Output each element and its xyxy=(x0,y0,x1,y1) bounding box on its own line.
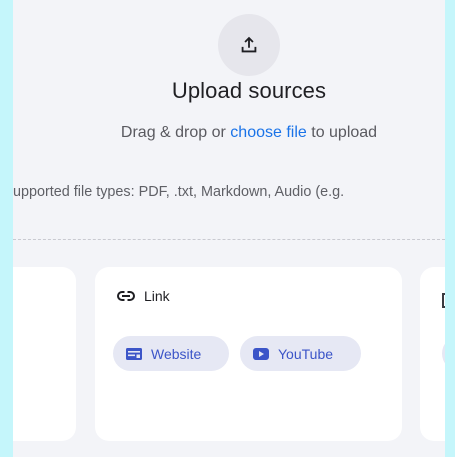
upload-title: Upload sources xyxy=(171,78,327,103)
link-card-label: Link xyxy=(144,288,170,304)
card-right-chip[interactable] xyxy=(442,336,445,371)
source-card-left[interactable] xyxy=(13,267,76,441)
link-card-header: Link xyxy=(116,288,170,304)
dashed-divider xyxy=(13,239,445,240)
subtitle-suffix: to upload xyxy=(306,124,378,141)
card-right-icon xyxy=(442,293,445,308)
youtube-icon xyxy=(253,347,269,360)
upload-sources-panel: Upload sources Drag & drop or choose fil… xyxy=(13,0,445,457)
choose-file-link[interactable]: choose file xyxy=(230,124,307,141)
upload-subtitle: Drag & drop or choose file to upload xyxy=(13,124,445,142)
website-icon xyxy=(126,347,142,360)
supported-file-types: upported file types: PDF, .txt, Markdown… xyxy=(13,184,345,200)
website-chip-label: Website xyxy=(151,345,202,362)
source-card-right[interactable] xyxy=(420,267,445,441)
youtube-chip[interactable]: YouTube xyxy=(240,336,361,371)
link-source-card: Link Website YouTube xyxy=(95,267,402,441)
youtube-chip-label: YouTube xyxy=(278,345,334,362)
subtitle-prefix: Drag & drop or xyxy=(120,124,231,141)
website-chip[interactable]: Website xyxy=(113,336,229,371)
upload-button[interactable] xyxy=(218,14,280,76)
upload-icon xyxy=(241,36,257,53)
link-icon xyxy=(117,291,135,301)
